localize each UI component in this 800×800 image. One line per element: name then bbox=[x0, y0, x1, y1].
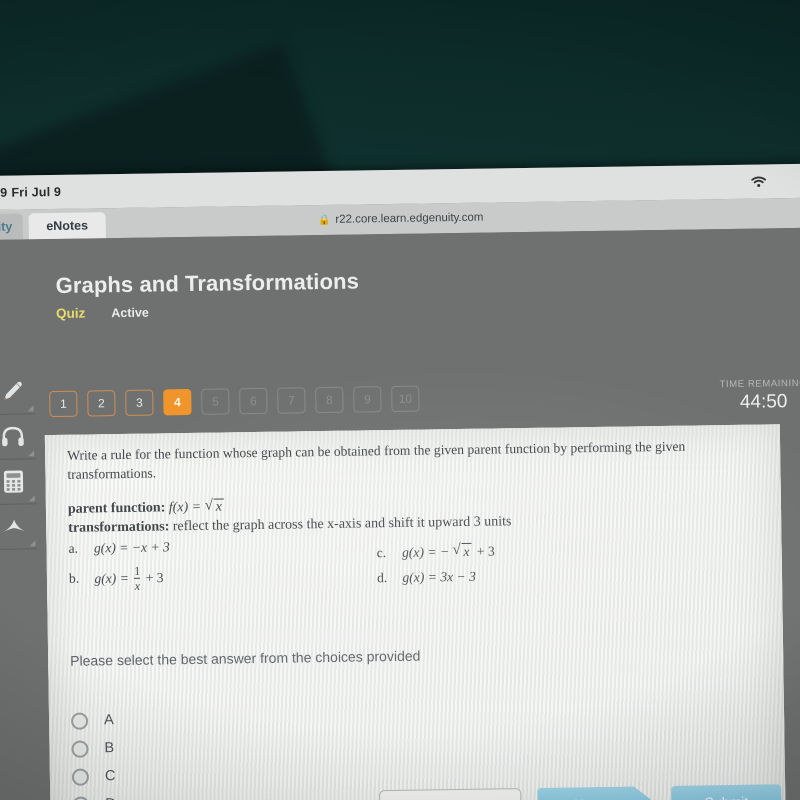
select-answer-note: Please select the best answer from the c… bbox=[70, 647, 421, 669]
answer-choice-radicand: x bbox=[461, 542, 472, 560]
rail-item-headphones[interactable] bbox=[0, 414, 37, 460]
question-nav-item-1[interactable]: 1 bbox=[49, 390, 78, 418]
browser-tab-activity[interactable]: vity bbox=[0, 213, 23, 240]
calculator-icon bbox=[1, 468, 25, 494]
edgenuity-app: Graphs and Transformations Quiz Active 1… bbox=[0, 227, 800, 800]
question-nav-item-7: 7 bbox=[277, 387, 306, 414]
sqrt-icon: x bbox=[205, 498, 226, 516]
fraction-numerator: 1 bbox=[134, 563, 141, 578]
next-button[interactable]: Next bbox=[537, 786, 655, 800]
question-nav-item-9: 9 bbox=[353, 386, 382, 413]
tool-rail bbox=[0, 369, 38, 550]
parent-function-label: parent function: bbox=[67, 499, 166, 517]
question-nav-item-3[interactable]: 3 bbox=[125, 389, 154, 416]
question-nav: 1 2 3 4 5 6 7 8 9 10 bbox=[49, 385, 420, 418]
action-buttons: Save and Exit Next Submit bbox=[379, 784, 782, 800]
transformations-text: reflect the graph across the x-axis and … bbox=[172, 513, 512, 534]
parent-function-lhs: f(x) = bbox=[168, 499, 202, 515]
answer-choice-text-prefix: g(x) = bbox=[94, 570, 129, 586]
answer-option-label: A bbox=[103, 712, 114, 729]
radio-button[interactable] bbox=[70, 712, 89, 730]
browser-tab-label: eNotes bbox=[46, 218, 89, 234]
pencil-icon bbox=[0, 378, 25, 404]
time-remaining: TIME REMAINING 44:50 bbox=[720, 378, 800, 414]
answer-option-b[interactable]: B bbox=[71, 734, 115, 763]
address-bar-url: r22.core.learn.edgenuity.com bbox=[335, 211, 484, 226]
answer-choice-b: b. g(x) = 1 x + 3 bbox=[68, 563, 164, 593]
fraction: 1 x bbox=[134, 563, 141, 593]
parent-function-radicand: x bbox=[213, 498, 225, 516]
page-header: Graphs and Transformations Quiz Active bbox=[0, 228, 800, 322]
page-title: Graphs and Transformations bbox=[55, 268, 360, 298]
headphones-icon bbox=[0, 424, 26, 448]
answer-choice-d: d. g(x) = 3x − 3 bbox=[377, 568, 476, 585]
photo-of-screen: 9 Fri Jul 9 vity eNotes 🔒 r22.core.learn… bbox=[0, 0, 800, 800]
question-nav-item-5: 5 bbox=[201, 388, 230, 415]
browser-tab-label: vity bbox=[0, 219, 13, 234]
answer-choice-letter: b. bbox=[68, 570, 80, 586]
lock-icon: 🔒 bbox=[317, 214, 331, 226]
answer-choice-text-prefix: g(x) = − bbox=[401, 543, 450, 560]
answer-choice-letter: d. bbox=[376, 569, 388, 585]
answer-choice-letter: c. bbox=[376, 544, 387, 560]
answer-choice-text: g(x) = 3x − 3 bbox=[402, 568, 476, 585]
question-nav-item-8: 8 bbox=[315, 386, 344, 414]
tablet-screen: 9 Fri Jul 9 vity eNotes 🔒 r22.core.learn… bbox=[0, 163, 800, 800]
answer-choice-letter: a. bbox=[68, 540, 79, 556]
status-date: Fri Jul 9 bbox=[11, 184, 62, 200]
fraction-denominator: x bbox=[134, 578, 141, 593]
wifi-icon bbox=[751, 175, 800, 187]
question-nav-item-4[interactable]: 4 bbox=[163, 388, 192, 416]
sqrt-icon: x bbox=[452, 542, 473, 560]
rail-item-pencil[interactable] bbox=[0, 369, 36, 415]
question-nav-item-6: 6 bbox=[239, 387, 268, 415]
time-remaining-label: TIME REMAINING bbox=[719, 377, 800, 391]
transformations-label: transformations: bbox=[68, 518, 170, 536]
browser-tab-enotes[interactable]: eNotes bbox=[28, 212, 107, 240]
submit-button[interactable]: Submit bbox=[671, 784, 782, 800]
rail-item-highlighter[interactable] bbox=[0, 504, 38, 550]
answer-choice-list: a. g(x) = −x + 3 b. g(x) = 1 x + 3 c. g(… bbox=[46, 530, 782, 611]
question-nav-item-10: 10 bbox=[391, 385, 420, 413]
assignment-meta: Quiz Active bbox=[56, 295, 800, 321]
assignment-status: Active bbox=[111, 305, 149, 321]
rail-item-calculator[interactable] bbox=[0, 459, 37, 505]
assignment-type: Quiz bbox=[55, 305, 86, 321]
highlighter-arrow-icon bbox=[0, 515, 29, 537]
card-footer: Mark this and return Save and Exit Next … bbox=[50, 768, 786, 800]
save-and-exit-button[interactable]: Save and Exit bbox=[379, 788, 522, 800]
answer-choice-c: c. g(x) = − x + 3 bbox=[376, 542, 495, 561]
answer-choice-text: g(x) = −x + 3 bbox=[93, 538, 170, 555]
answer-choice-text-suffix: + 3 bbox=[145, 569, 164, 585]
answer-option-a[interactable]: A bbox=[70, 706, 115, 735]
answer-option-label: B bbox=[104, 740, 115, 757]
time-remaining-value: 44:50 bbox=[739, 391, 788, 413]
question-given: parent function: f(x) = x transformation… bbox=[46, 474, 782, 537]
answer-choice-text-suffix: + 3 bbox=[476, 542, 495, 559]
radio-button[interactable] bbox=[71, 740, 89, 758]
question-card: Write a rule for the function whose grap… bbox=[44, 424, 786, 800]
answer-choice-a: a. g(x) = −x + 3 bbox=[68, 539, 169, 557]
status-time: 9 bbox=[0, 185, 8, 200]
question-nav-item-2[interactable]: 2 bbox=[87, 390, 116, 417]
